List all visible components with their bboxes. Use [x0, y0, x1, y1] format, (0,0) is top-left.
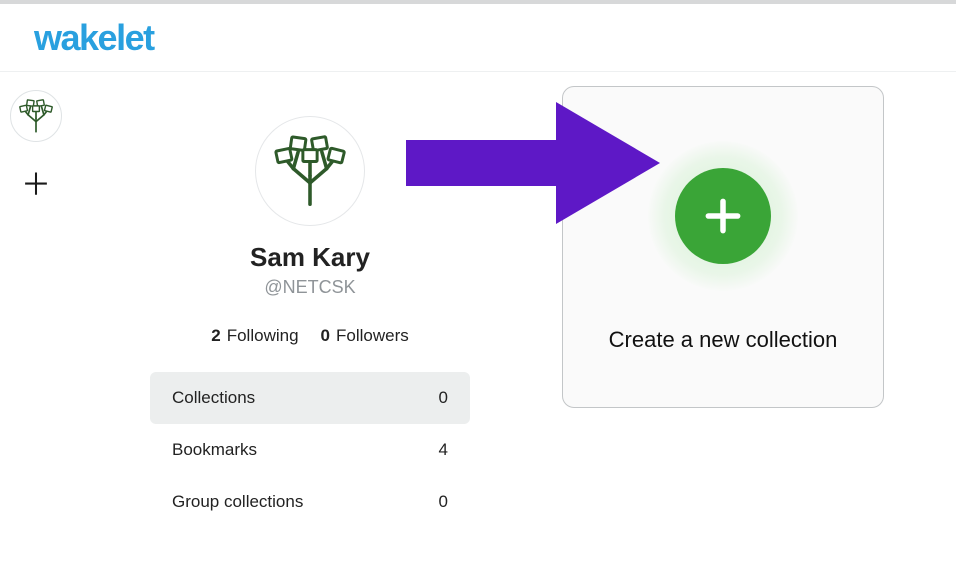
following-link[interactable]: 2 Following — [211, 326, 298, 346]
plus-halo — [648, 141, 798, 291]
tab-count: 0 — [439, 492, 448, 512]
following-count: 2 — [211, 326, 220, 345]
create-collection-plus-button[interactable] — [675, 168, 771, 264]
sidebar-avatar-item[interactable] — [10, 90, 62, 142]
following-label: Following — [227, 326, 299, 345]
profile-panel: Sam Kary @NETCSK 2 Following 0 Followers C… — [150, 116, 470, 528]
tree-icon — [272, 133, 348, 209]
tab-count: 0 — [439, 388, 448, 408]
wakelet-logo[interactable]: wakelet — [34, 17, 154, 59]
tab-label: Collections — [172, 388, 255, 408]
followers-count: 0 — [321, 326, 330, 345]
followers-label: Followers — [336, 326, 409, 345]
plus-icon — [701, 194, 745, 238]
app-header: wakelet — [0, 4, 956, 72]
create-collection-label: Create a new collection — [609, 327, 838, 353]
profile-tabs: Collections 0 Bookmarks 4 Group collecti… — [150, 372, 470, 528]
tab-bookmarks[interactable]: Bookmarks 4 — [150, 424, 470, 476]
follow-stats-row: 2 Following 0 Followers — [211, 326, 409, 346]
plus-icon: ＋ — [21, 171, 51, 201]
sidebar: ＋ — [0, 78, 72, 212]
tree-icon — [18, 98, 54, 134]
avatar[interactable] — [255, 116, 365, 226]
followers-link[interactable]: 0 Followers — [321, 326, 409, 346]
tab-count: 4 — [439, 440, 448, 460]
tab-collections[interactable]: Collections 0 — [150, 372, 470, 424]
profile-display-name: Sam Kary — [250, 242, 370, 273]
tab-label: Bookmarks — [172, 440, 257, 460]
sidebar-add-button[interactable]: ＋ — [10, 160, 62, 212]
create-collection-card[interactable]: Create a new collection — [562, 86, 884, 408]
tab-group-collections[interactable]: Group collections 0 — [150, 476, 470, 528]
tab-label: Group collections — [172, 492, 303, 512]
profile-handle: @NETCSK — [264, 277, 355, 298]
